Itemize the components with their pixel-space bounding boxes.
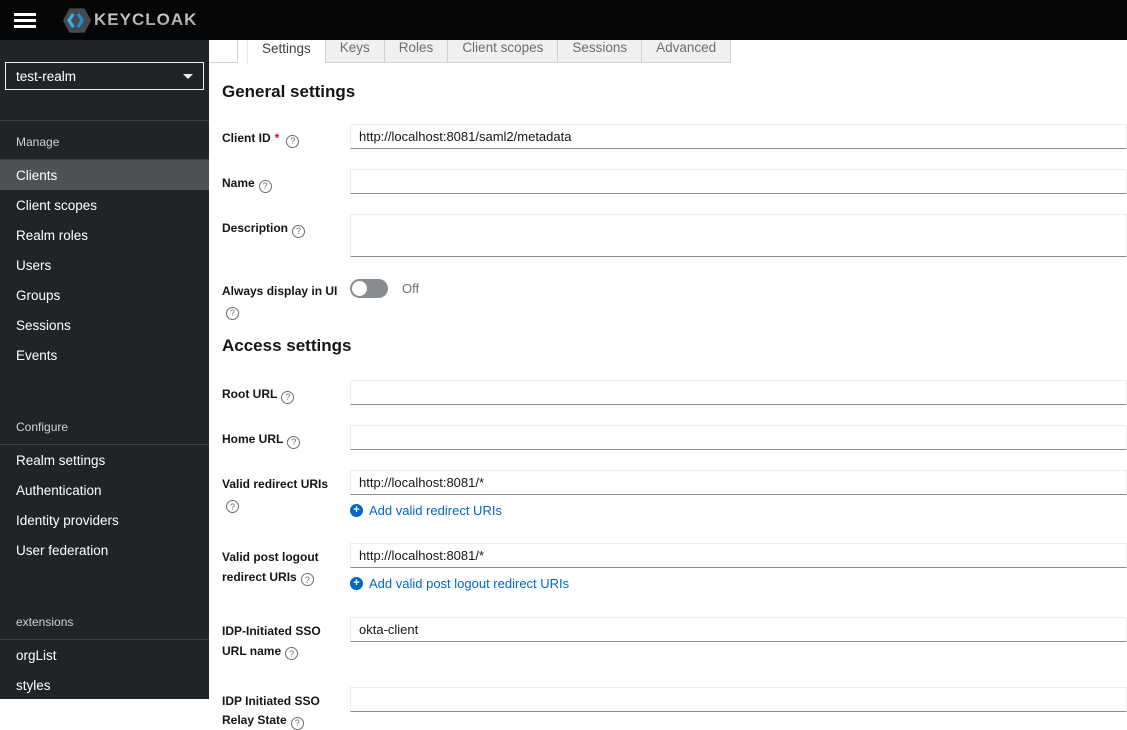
description-row: Description	[222, 214, 1127, 257]
help-icon[interactable]	[281, 391, 295, 405]
sidebar-item-styles[interactable]: styles	[0, 670, 209, 699]
realm-selector-dropdown[interactable]: test-realm	[5, 62, 204, 90]
name-label: Name	[222, 169, 350, 194]
settings-form: General settings Client ID* Name	[209, 40, 1127, 730]
sidebar-item-clients[interactable]: Clients	[0, 160, 209, 190]
nav-group-title: Configure	[0, 406, 209, 445]
valid-post-logout-redirect-uri-input[interactable]	[350, 543, 1127, 569]
valid-redirect-uri-input[interactable]	[350, 470, 1127, 496]
sidebar-item-identity-providers[interactable]: Identity providers	[0, 505, 209, 535]
nav-group-extensions: extensions orgList styles	[0, 601, 209, 699]
sidebar-item-groups[interactable]: Groups	[0, 280, 209, 310]
home-url-input[interactable]	[350, 425, 1127, 451]
valid-redirect-uris-row: Valid redirect URIs Add valid redirect U…	[222, 470, 1127, 518]
top-bar: KEYCLOAK	[0, 0, 1127, 40]
sidebar-item-user-federation[interactable]: User federation	[0, 535, 209, 565]
main-content: Settings Keys Roles Client scopes Sessio…	[209, 15, 1127, 730]
sidebar-nav: test-realm Manage Clients Client scopes …	[0, 40, 209, 699]
description-textarea[interactable]	[350, 214, 1127, 257]
description-label: Description	[222, 214, 350, 257]
home-url-row: Home URL	[222, 425, 1127, 451]
idp-initiated-sso-url-name-label: IDP-Initiated SSO URL name	[222, 617, 350, 661]
nav-group-title: extensions	[0, 601, 209, 640]
sidebar-item-users[interactable]: Users	[0, 250, 209, 280]
plus-circle-icon	[350, 504, 363, 518]
brand-text: KEYCLOAK	[94, 10, 198, 29]
idp-initiated-sso-url-name-input[interactable]	[350, 617, 1127, 643]
client-id-input[interactable]	[350, 124, 1127, 149]
sidebar-item-orglist[interactable]: orgList	[0, 640, 209, 670]
sidebar-item-realm-roles[interactable]: Realm roles	[0, 220, 209, 250]
access-settings-heading: Access settings	[222, 336, 352, 356]
help-icon[interactable]	[287, 436, 301, 450]
valid-post-logout-redirect-uris-row: Valid post logout redirect URIs Add vali…	[222, 543, 1127, 591]
sidebar-item-authentication[interactable]: Authentication	[0, 475, 209, 505]
sidebar-item-events[interactable]: Events	[0, 340, 209, 370]
always-display-label: Always display in UI	[222, 277, 350, 320]
nav-group-configure: Configure Realm settings Authentication …	[0, 406, 209, 565]
help-icon[interactable]	[286, 134, 300, 148]
help-icon[interactable]	[292, 224, 306, 238]
toggle-state-label: Off	[402, 281, 420, 296]
realm-selector-value: test-realm	[16, 68, 77, 84]
help-icon[interactable]	[226, 500, 239, 514]
root-url-row: Root URL	[222, 380, 1127, 406]
root-url-input[interactable]	[350, 380, 1127, 406]
idp-initiated-sso-url-name-row: IDP-Initiated SSO URL name	[222, 617, 1127, 661]
client-id-label: Client ID *	[222, 124, 350, 149]
plus-circle-icon	[350, 577, 363, 591]
general-settings-heading: General settings	[222, 82, 356, 101]
help-icon[interactable]	[300, 573, 314, 587]
nav-group-manage: Manage Clients Client scopes Realm roles…	[0, 121, 209, 370]
keycloak-admin-console: KEYCLOAK test-realm Manage Clients Clien…	[0, 0, 1127, 730]
idp-initiated-sso-relay-state-input[interactable]	[350, 686, 1127, 712]
realm-selector-section: test-realm	[0, 40, 209, 121]
name-input[interactable]	[350, 169, 1127, 194]
add-valid-post-logout-redirect-uri-link[interactable]: Add valid post logout redirect URIs	[350, 576, 569, 591]
root-url-label: Root URL	[222, 380, 350, 405]
idp-initiated-sso-relay-state-row: IDP Initiated SSO Relay State	[222, 686, 1127, 730]
sidebar-item-client-scopes[interactable]: Client scopes	[0, 190, 209, 220]
always-display-row: Always display in UI Off	[222, 277, 1127, 320]
valid-post-logout-redirect-uris-label: Valid post logout redirect URIs	[222, 543, 350, 591]
client-id-row: Client ID *	[222, 124, 1127, 149]
name-row: Name	[222, 169, 1127, 194]
home-url-label: Home URL	[222, 425, 350, 450]
nav-group-title: Manage	[0, 121, 209, 160]
required-asterisk: *	[274, 131, 280, 145]
always-display-toggle[interactable]	[350, 279, 388, 298]
help-icon[interactable]	[285, 647, 299, 661]
chevron-down-icon	[183, 73, 193, 79]
add-valid-redirect-uri-link[interactable]: Add valid redirect URIs	[350, 503, 502, 518]
help-icon[interactable]	[258, 179, 272, 193]
keycloak-logo[interactable]: KEYCLOAK	[62, 7, 197, 34]
sidebar-item-sessions[interactable]: Sessions	[0, 310, 209, 340]
sidebar-item-realm-settings[interactable]: Realm settings	[0, 445, 209, 475]
valid-redirect-uris-label: Valid redirect URIs	[222, 470, 350, 518]
idp-initiated-sso-relay-state-label: IDP Initiated SSO Relay State	[222, 687, 350, 730]
help-icon[interactable]	[226, 306, 239, 320]
help-icon[interactable]	[290, 716, 304, 730]
keycloak-hexagon-icon	[62, 7, 92, 33]
hamburger-menu-icon[interactable]	[14, 12, 36, 28]
